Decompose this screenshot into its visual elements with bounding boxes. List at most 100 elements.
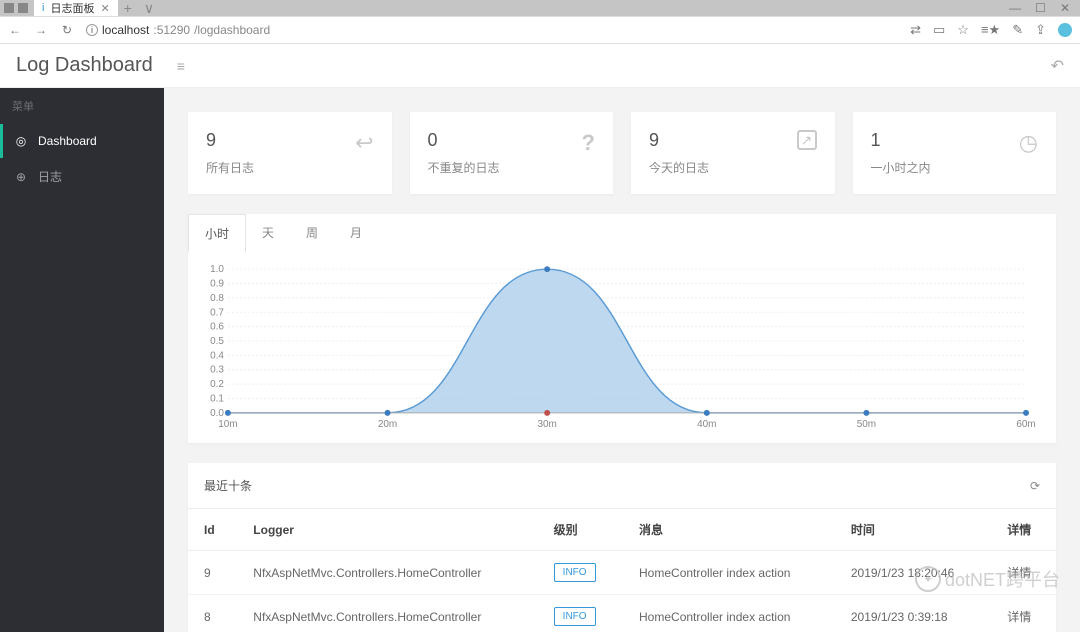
level-badge: INFO [554,563,596,582]
content-area: 9 所有日志 ↩ 0 不重复的日志 ? 9 今天的日志 ↗ [164,88,1080,632]
forward-icon[interactable]: → [34,23,48,37]
card-unique-logs[interactable]: 0 不重复的日志 ? [410,112,614,194]
tab-week[interactable]: 周 [290,214,334,253]
tab-hour[interactable]: 小时 [188,214,246,253]
svg-text:0.5: 0.5 [210,336,224,347]
svg-text:0.9: 0.9 [210,279,224,290]
svg-text:40m: 40m [697,419,716,430]
cell-level: INFO [538,595,623,632]
svg-text:0.4: 0.4 [210,350,224,361]
cell-logger: NfxAspNetMvc.Controllers.HomeController [237,551,537,595]
tab-title: 日志面板 [50,0,94,16]
info-icon[interactable]: i [86,24,98,36]
chart-area: 0.00.10.20.30.40.50.60.70.80.91.010m20m3… [188,253,1056,443]
window-close-icon[interactable]: ✕ [1060,1,1070,15]
favorites-list-icon[interactable]: ≡★ [981,22,1000,38]
svg-text:0.1: 0.1 [210,393,224,404]
cell-level: INFO [538,551,623,595]
cell-message: HomeController index action [623,551,835,595]
tab-month[interactable]: 月 [334,214,378,253]
table-body: 9 NfxAspNetMvc.Controllers.HomeControlle… [188,551,1056,632]
app-body: 菜单 ◎ Dashboard ⊕ 日志 9 所有日志 ↩ 0 不重复的日志 [0,88,1080,632]
col-logger: Logger [237,509,537,551]
profile-icon[interactable] [1058,23,1072,37]
sidebar-section-label: 菜单 [0,88,164,124]
col-id: Id [188,509,237,551]
reply-all-icon: ↩ [355,130,373,156]
browser-tab[interactable]: i 日志面板 ✕ [34,0,118,16]
refresh-icon[interactable]: ↻ [60,23,74,37]
recent-panel: 最近十条 ⟳ Id Logger 级别 消息 时间 详情 9 [188,463,1056,632]
stat-cards-row: 9 所有日志 ↩ 0 不重复的日志 ? 9 今天的日志 ↗ [188,112,1056,194]
card-hour-logs[interactable]: 1 一小时之内 ◷ [853,112,1057,194]
dashboard-icon: ◎ [14,134,28,148]
address-bar[interactable]: i localhost :51290/logdashboard [86,23,898,37]
sidebar-item-logs[interactable]: ⊕ 日志 [0,158,164,195]
titlebar-icon [18,3,28,13]
close-icon[interactable]: ✕ [100,2,109,15]
card-label: 一小时之内 [871,159,931,176]
titlebar-icon [4,3,14,13]
url-host: localhost [102,23,149,37]
detail-link[interactable]: 详情 [1007,610,1031,624]
svg-text:50m: 50m [857,419,876,430]
minimize-icon[interactable]: — [1009,1,1021,15]
svg-text:0.0: 0.0 [210,408,224,419]
card-label: 所有日志 [206,159,254,176]
col-time: 时间 [835,509,991,551]
cell-id: 8 [188,595,237,632]
area-chart: 0.00.10.20.30.40.50.60.70.80.91.010m20m3… [198,263,1036,433]
level-badge: INFO [554,607,596,626]
svg-text:0.6: 0.6 [210,322,224,333]
logs-icon: ⊕ [14,170,28,184]
detail-link[interactable]: 详情 [1007,566,1031,580]
svg-text:1.0: 1.0 [210,264,224,275]
browser-navbar: ← → ↻ i localhost :51290/logdashboard ⇄ ▭… [0,16,1080,44]
card-value: 1 [871,130,931,151]
url-path: /logdashboard [194,23,270,37]
col-message: 消息 [623,509,835,551]
svg-text:0.7: 0.7 [210,307,224,318]
question-icon: ? [582,130,595,156]
recent-table: Id Logger 级别 消息 时间 详情 9 NfxAspNetMvc.Con… [188,509,1056,632]
cell-message: HomeController index action [623,595,835,632]
sidebar-item-label: 日志 [38,168,62,185]
titlebar-left [0,3,28,13]
sidebar-item-dashboard[interactable]: ◎ Dashboard [0,124,164,158]
clock-icon: ◷ [1019,130,1038,156]
sidebar: 菜单 ◎ Dashboard ⊕ 日志 [0,88,164,632]
sidebar-item-label: Dashboard [38,134,97,148]
nav-right-icons: ⇄ ▭ ☆ ≡★ ✎ ⇪ [910,22,1072,38]
maximize-icon[interactable]: ☐ [1035,1,1046,15]
cell-detail: 详情 [991,595,1056,632]
tab-dropdown-icon[interactable]: ∨ [138,0,160,17]
cell-id: 9 [188,551,237,595]
menu-toggle-icon[interactable]: ≡ [177,58,185,74]
svg-text:0.8: 0.8 [210,293,224,304]
tab-day[interactable]: 天 [246,214,290,253]
notes-icon[interactable]: ✎ [1012,22,1023,38]
share-icon[interactable]: ⇪ [1035,22,1046,38]
refresh-icon[interactable]: ⟳ [1030,479,1040,493]
url-port: :51290 [153,23,190,37]
table-row: 9 NfxAspNetMvc.Controllers.HomeControlle… [188,551,1056,595]
translate-icon[interactable]: ⇄ [910,22,921,38]
card-value: 0 [428,130,500,151]
external-link-icon: ↗ [797,130,817,150]
reading-icon[interactable]: ▭ [933,22,945,38]
chart-panel: 小时 天 周 月 0.00.10.20.30.40.50.60.70.80.91… [188,214,1056,443]
table-header-row: Id Logger 级别 消息 时间 详情 [188,509,1056,551]
card-value: 9 [206,130,254,151]
back-icon[interactable]: ← [8,23,22,37]
card-label: 今天的日志 [649,159,709,176]
reply-icon[interactable]: ↶ [1051,56,1064,76]
new-tab-button[interactable]: + [118,0,138,16]
card-all-logs[interactable]: 9 所有日志 ↩ [188,112,392,194]
cell-time: 2019/1/23 18:20:46 [835,551,991,595]
favorite-icon[interactable]: ☆ [957,22,969,38]
card-today-logs[interactable]: 9 今天的日志 ↗ [631,112,835,194]
svg-text:10m: 10m [218,419,237,430]
table-row: 8 NfxAspNetMvc.Controllers.HomeControlle… [188,595,1056,632]
cell-detail: 详情 [991,551,1056,595]
card-value: 9 [649,130,709,151]
